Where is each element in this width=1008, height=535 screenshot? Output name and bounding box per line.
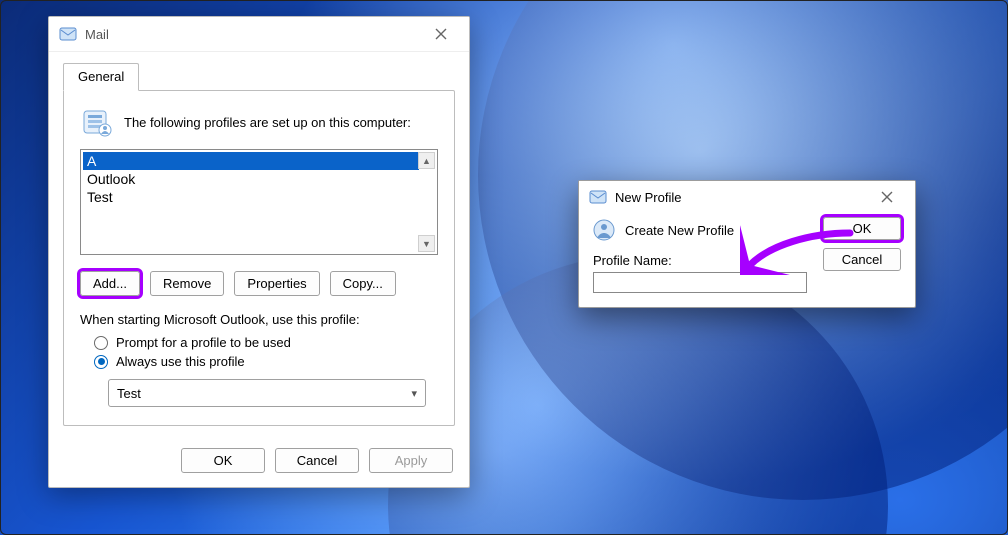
- chevron-down-icon: ▾: [411, 387, 417, 400]
- add-button[interactable]: Add...: [80, 271, 140, 296]
- profile-combo[interactable]: Test ▾: [108, 379, 426, 407]
- mail-titlebar[interactable]: Mail: [49, 17, 469, 52]
- ok-button[interactable]: OK: [823, 217, 901, 240]
- radio-always-label: Always use this profile: [116, 354, 245, 369]
- profiles-section-header: The following profiles are set up on thi…: [80, 105, 438, 139]
- ok-button-highlight: OK: [823, 217, 901, 240]
- mail-title: Mail: [85, 27, 421, 42]
- profile-list-item[interactable]: Test: [83, 188, 419, 206]
- profiles-icon: [80, 105, 114, 139]
- profile-icon: [593, 219, 615, 241]
- radio-always[interactable]: [94, 355, 108, 369]
- radio-prompt-label: Prompt for a profile to be used: [116, 335, 291, 350]
- properties-button[interactable]: Properties: [234, 271, 319, 296]
- profile-list-item[interactable]: A: [83, 152, 419, 170]
- profile-listbox[interactable]: AOutlookTest ▲ ▼: [80, 149, 438, 255]
- create-profile-label: Create New Profile: [625, 223, 734, 238]
- tab-strip: General: [49, 52, 469, 90]
- mail-dialog-buttons: OK Cancel Apply: [49, 438, 469, 487]
- new-profile-body: Create New Profile Profile Name: OK Canc…: [579, 213, 915, 307]
- startup-label: When starting Microsoft Outlook, use thi…: [80, 312, 438, 327]
- tab-body: The following profiles are set up on thi…: [63, 90, 455, 426]
- scroll-down-icon[interactable]: ▼: [418, 235, 435, 252]
- profiles-section-label: The following profiles are set up on thi…: [124, 115, 411, 130]
- copy-button[interactable]: Copy...: [330, 271, 396, 296]
- cancel-button[interactable]: Cancel: [275, 448, 359, 473]
- radio-prompt-row[interactable]: Prompt for a profile to be used: [94, 335, 438, 350]
- add-button-highlight: Add...: [80, 271, 140, 296]
- radio-always-row[interactable]: Always use this profile: [94, 354, 438, 369]
- new-profile-buttons: OK Cancel: [823, 217, 901, 271]
- radio-prompt[interactable]: [94, 336, 108, 350]
- mail-dialog: Mail General The following profiles are …: [48, 16, 470, 488]
- new-profile-dialog: New Profile Create New Profile Profile N…: [578, 180, 916, 308]
- tab-general[interactable]: General: [63, 63, 139, 91]
- close-icon[interactable]: [421, 21, 461, 47]
- scroll-up-icon[interactable]: ▲: [418, 152, 435, 169]
- mail-app-icon: [59, 25, 77, 43]
- remove-button[interactable]: Remove: [150, 271, 224, 296]
- ok-button[interactable]: OK: [181, 448, 265, 473]
- profile-list-item[interactable]: Outlook: [83, 170, 419, 188]
- profile-name-input[interactable]: [593, 272, 807, 293]
- profile-combo-value: Test: [117, 386, 141, 401]
- close-icon[interactable]: [867, 184, 907, 210]
- new-profile-titlebar[interactable]: New Profile: [579, 181, 915, 213]
- cancel-button[interactable]: Cancel: [823, 248, 901, 271]
- apply-button[interactable]: Apply: [369, 448, 453, 473]
- new-profile-app-icon: [589, 188, 607, 206]
- new-profile-title: New Profile: [615, 190, 867, 205]
- profile-buttons-row: Add... Remove Properties Copy...: [80, 271, 438, 296]
